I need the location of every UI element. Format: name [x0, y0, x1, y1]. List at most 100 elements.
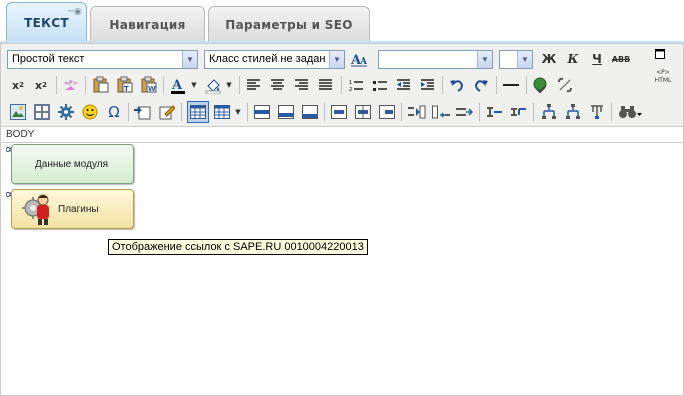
font-size-select[interactable]: ▼: [499, 50, 533, 69]
italic-button[interactable]: К: [563, 49, 583, 69]
undo-icon[interactable]: [447, 75, 467, 95]
insert-table-icon[interactable]: [187, 101, 209, 123]
tab-params-seo-label: Параметры и SEO: [225, 17, 353, 32]
toolbar-separator: [56, 76, 57, 94]
element-path-label: BODY: [1, 127, 683, 143]
strikethrough-button[interactable]: ABB: [611, 49, 631, 69]
tree-layer-icon[interactable]: [539, 102, 559, 122]
svg-text:1: 1: [349, 80, 352, 86]
outdent-icon[interactable]: [394, 75, 414, 95]
svg-text:<P>: <P>: [64, 80, 78, 87]
chevron-down-icon: ▼: [329, 51, 344, 68]
insert-anchor-icon[interactable]: [133, 102, 153, 122]
superscript-icon[interactable]: x2: [31, 75, 51, 95]
toolbar-separator: [401, 103, 402, 121]
toolbar-separator: [239, 76, 240, 94]
unlink-icon[interactable]: [555, 75, 575, 95]
toolbar-separator: [163, 76, 164, 94]
text-color-icon[interactable]: A: [168, 75, 188, 95]
toolbar-separator: [611, 103, 612, 121]
toolbar-separator: [181, 103, 182, 121]
chevron-down-icon[interactable]: ▼: [224, 75, 234, 95]
row-before-icon[interactable]: [252, 102, 272, 122]
redo-icon[interactable]: [471, 75, 491, 95]
special-char-icon[interactable]: Ω: [104, 102, 124, 122]
align-left-icon[interactable]: [244, 75, 264, 95]
delete-col-icon[interactable]: [455, 102, 475, 122]
font-family-select[interactable]: ▼: [378, 50, 493, 69]
align-center-icon[interactable]: [268, 75, 288, 95]
editor-content-area[interactable]: Данные модуля Плагины Отображение ссылок…: [1, 144, 683, 395]
col-props-icon[interactable]: [509, 102, 529, 122]
tree-split-icon[interactable]: [587, 102, 607, 122]
module-data-block[interactable]: Данные модуля: [11, 144, 134, 184]
toolbar-separator: [128, 103, 129, 121]
insert-link-icon[interactable]: [531, 75, 551, 95]
tab-navigation-label: Навигация: [109, 17, 186, 32]
svg-text:2: 2: [349, 87, 352, 92]
font-size-aa-icon[interactable]: AA: [349, 49, 369, 69]
module-data-label: Данные модуля: [35, 158, 108, 170]
chevron-down-icon: ▼: [517, 51, 532, 68]
underline-button[interactable]: Ч: [587, 49, 607, 69]
maximize-icon[interactable]: [653, 47, 667, 61]
tab-text-label: ТЕКСТ: [24, 15, 69, 30]
toolbar-separator: [496, 76, 497, 94]
split-cells-icon[interactable]: [329, 102, 349, 122]
find-binoculars-icon[interactable]: [617, 102, 643, 122]
plugins-label: Плагины: [58, 203, 99, 215]
insert-media-icon[interactable]: [32, 102, 52, 122]
svg-text:W: W: [148, 85, 156, 93]
toolbar-separator: [85, 76, 86, 94]
col-before-icon[interactable]: [407, 102, 427, 122]
tree-move-icon[interactable]: [563, 102, 583, 122]
row-props-icon[interactable]: [485, 102, 505, 122]
tab-bar: ТЕКСТ ─◉ Навигация Параметры и SEO: [0, 0, 684, 43]
paste-text-icon[interactable]: T: [115, 75, 135, 95]
format-select[interactable]: Простой текст ▼: [7, 50, 198, 69]
html-source-button[interactable]: <P> HTML: [649, 66, 677, 88]
merge-cells-icon[interactable]: [353, 102, 373, 122]
delete-row-icon[interactable]: [300, 102, 320, 122]
paste-icon[interactable]: [91, 75, 111, 95]
insert-image-icon[interactable]: [8, 102, 28, 122]
tab-params-seo[interactable]: Параметры и SEO: [208, 6, 370, 42]
chevron-down-icon[interactable]: ▼: [189, 75, 199, 95]
rich-text-editor: Простой текст ▼ Класс стилей не задан ▼ …: [0, 43, 684, 396]
toolbar-separator: [479, 103, 480, 121]
col-after-icon[interactable]: [431, 102, 451, 122]
ordered-list-icon[interactable]: 12: [346, 75, 366, 95]
format-select-value: Простой текст: [12, 53, 85, 65]
style-class-select[interactable]: Класс стилей не задан ▼: [204, 50, 345, 69]
plugins-block[interactable]: Плагины: [11, 189, 134, 229]
bold-button[interactable]: Ж: [539, 49, 559, 69]
row-after-icon[interactable]: [276, 102, 296, 122]
toolbar-separator: [341, 76, 342, 94]
table-props-icon[interactable]: [212, 102, 232, 122]
paste-word-icon[interactable]: W: [139, 75, 159, 95]
indent-icon[interactable]: [418, 75, 438, 95]
cell-props-icon[interactable]: [377, 102, 397, 122]
svg-text:T: T: [124, 85, 129, 93]
align-right-icon[interactable]: [292, 75, 312, 95]
toolbar-separator: [324, 103, 325, 121]
chevron-down-icon[interactable]: ▼: [233, 102, 243, 122]
settings-gear-icon[interactable]: [56, 102, 76, 122]
clean-format-icon[interactable]: <P>: [61, 75, 81, 95]
tab-text[interactable]: ТЕКСТ ─◉: [6, 2, 87, 42]
pin-icon: ─◉: [68, 7, 82, 17]
plugin-person-icon: [22, 194, 49, 225]
align-justify-icon[interactable]: [316, 75, 336, 95]
toolbar-separator: [533, 103, 534, 121]
subscript-icon[interactable]: x2: [8, 75, 28, 95]
emoticon-icon[interactable]: [80, 102, 100, 122]
tab-navigation[interactable]: Навигация: [90, 6, 205, 42]
toolbar-separator: [526, 76, 527, 94]
background-color-icon[interactable]: [203, 75, 223, 95]
unordered-list-icon[interactable]: [370, 75, 390, 95]
edit-element-icon[interactable]: [157, 102, 177, 122]
chevron-down-icon: ▼: [182, 51, 197, 68]
style-class-select-value: Класс стилей не задан: [209, 53, 326, 65]
horizontal-rule-icon[interactable]: [501, 75, 521, 95]
editor-toolbar: Простой текст ▼ Класс стилей не задан ▼ …: [1, 44, 683, 127]
